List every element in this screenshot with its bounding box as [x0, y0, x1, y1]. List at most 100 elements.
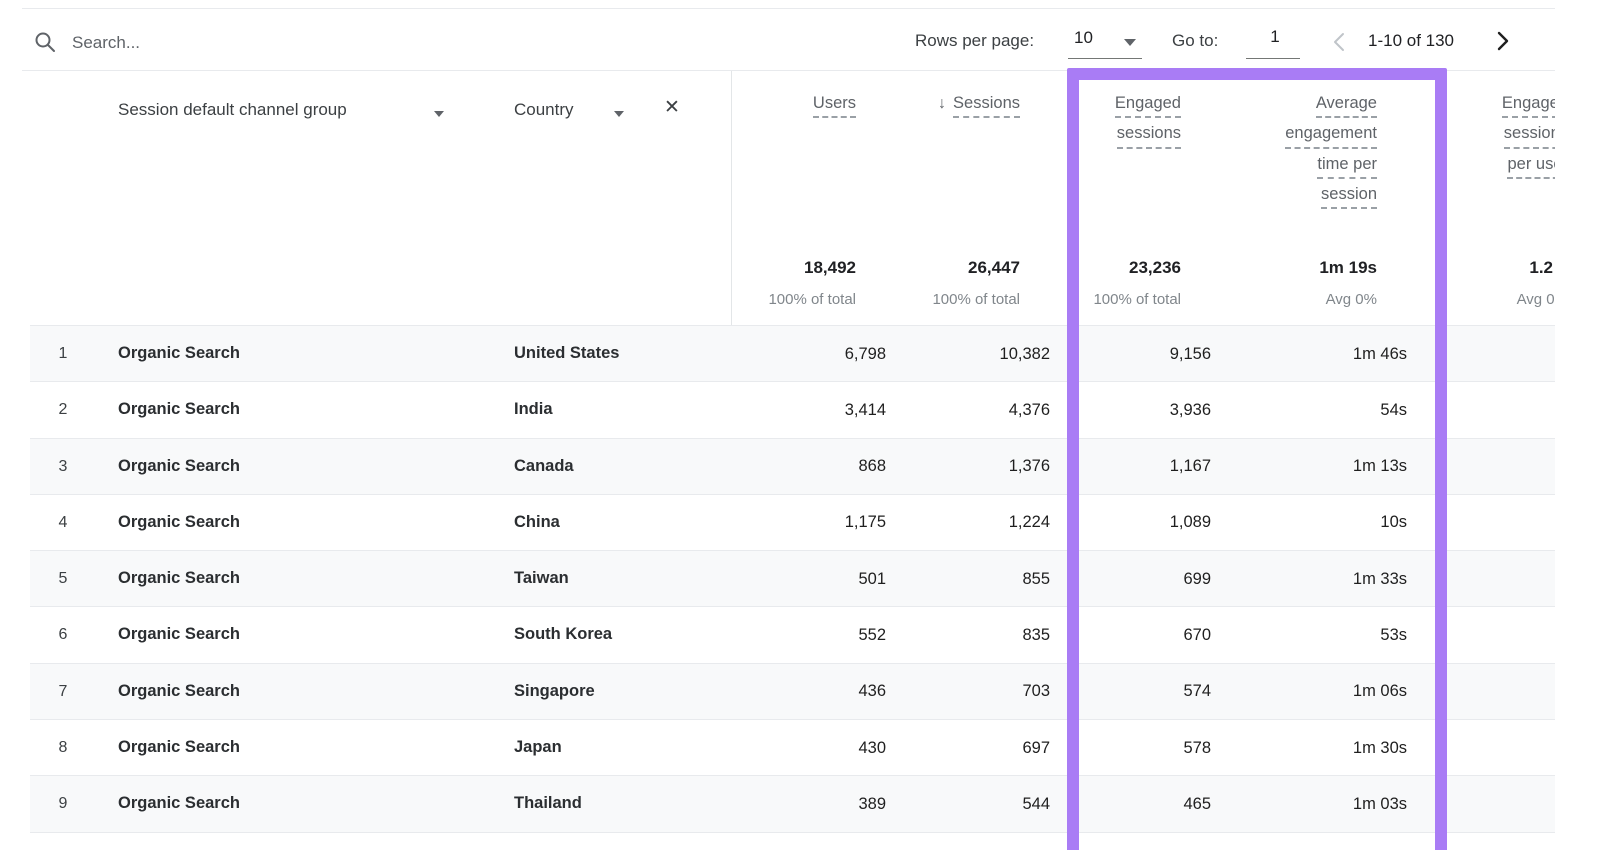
- cell-avg-engagement-time-per-session: 1m 30s: [1353, 739, 1407, 758]
- cell-engaged-sessions: 9,156: [1170, 345, 1211, 364]
- cell-users: 6,798: [845, 345, 886, 364]
- cell-avg-engagement-time-per-session: 1m 03s: [1353, 795, 1407, 814]
- metric-header-line: engagement: [1285, 125, 1377, 148]
- table-row[interactable]: 1Organic SearchUnited States6,79810,3829…: [30, 326, 1555, 382]
- pagination-range: 1-10 of 130: [1368, 31, 1454, 51]
- table-row[interactable]: 2Organic SearchIndia3,4144,3763,93654s1.…: [30, 382, 1555, 438]
- row-index: 5: [48, 570, 78, 588]
- search-input[interactable]: [70, 28, 774, 58]
- total-subtitle-engaged-sessions: 100% of total: [1093, 291, 1181, 308]
- next-page-icon[interactable]: [1490, 29, 1514, 53]
- report-table: Session default channel group Country ✕ …: [0, 70, 1555, 850]
- cell-users: 389: [858, 795, 886, 814]
- cell-country: India: [514, 400, 553, 419]
- rows-per-page-label: Rows per page:: [915, 31, 1034, 51]
- metric-header-label[interactable]: sessions: [1504, 125, 1555, 148]
- cell-engaged-sessions: 1,089: [1170, 513, 1211, 532]
- metric-header-label[interactable]: Average: [1316, 95, 1377, 118]
- cell-country: Taiwan: [514, 569, 569, 588]
- cell-sessions: 1,376: [1009, 457, 1050, 476]
- metric-header-label[interactable]: Engaged: [1115, 95, 1181, 118]
- go-to-underline: [1246, 58, 1300, 59]
- cell-avg-engagement-time-per-session: 1m 46s: [1353, 345, 1407, 364]
- chevron-down-icon[interactable]: [434, 111, 444, 117]
- cell-avg-engagement-time-per-session: 53s: [1380, 626, 1407, 645]
- table-top-divider: [22, 70, 1555, 71]
- row-index: 1: [48, 345, 78, 363]
- cell-sessions: 10,382: [1000, 345, 1050, 364]
- cell-country: Thailand: [514, 794, 582, 813]
- chevron-down-icon[interactable]: [614, 111, 624, 117]
- total-subtitle-avg-engagement-time-per-session: Avg 0%: [1326, 291, 1377, 308]
- cell-avg-engagement-time-per-session: 54s: [1380, 401, 1407, 420]
- top-divider: [22, 8, 1555, 9]
- cell-country: United States: [514, 344, 619, 363]
- dimension-dropdown-channel-group[interactable]: Session default channel group: [118, 100, 347, 120]
- remove-dimension-icon[interactable]: ✕: [664, 96, 680, 119]
- total-subtitle-sessions: 100% of total: [932, 291, 1020, 308]
- total-subtitle-engaged-sessions-per-user: Avg 0%: [1517, 291, 1555, 308]
- metric-header-label[interactable]: sessions: [1117, 125, 1181, 148]
- cell-users: 3,414: [845, 401, 886, 420]
- metric-header-label[interactable]: session: [1321, 186, 1377, 209]
- metric-header-line: session: [1321, 186, 1377, 209]
- total-engaged-sessions: 23,236: [1129, 258, 1181, 278]
- dimension-dropdown-country[interactable]: Country: [514, 100, 574, 120]
- go-to-page-input[interactable]: [1246, 26, 1304, 48]
- metric-header-line: Engaged: [1502, 95, 1555, 118]
- metric-header-label[interactable]: time per: [1317, 156, 1377, 179]
- cell-country: China: [514, 513, 560, 532]
- total-users: 18,492: [804, 258, 856, 278]
- metric-header-line: Users: [813, 95, 856, 118]
- chevron-down-icon[interactable]: [1124, 39, 1136, 46]
- metric-header-line: Average: [1316, 95, 1377, 118]
- search-icon: [33, 30, 57, 54]
- cell-users: 436: [858, 682, 886, 701]
- table-row[interactable]: 7Organic SearchSingapore4367035741m 06s1…: [30, 664, 1555, 720]
- table-row[interactable]: 6Organic SearchSouth Korea55283567053s1.…: [30, 607, 1555, 663]
- cell-sessions: 1,224: [1009, 513, 1050, 532]
- cell-sessions: 855: [1022, 570, 1050, 589]
- row-index: 2: [48, 401, 78, 419]
- cell-channel-group: Organic Search: [118, 738, 240, 757]
- metric-header-label[interactable]: Sessions: [953, 95, 1020, 118]
- cell-avg-engagement-time-per-session: 10s: [1380, 513, 1407, 532]
- metric-header-label[interactable]: per user: [1507, 156, 1555, 179]
- analytics-table-page: Rows per page: 10 Go to: 1-10 of 130 Ses…: [0, 0, 1600, 850]
- metric-header-label[interactable]: Users: [813, 95, 856, 118]
- cell-users: 430: [858, 739, 886, 758]
- cell-sessions: 697: [1022, 739, 1050, 758]
- table-row[interactable]: 8Organic SearchJapan4306975781m 30s1.3: [30, 720, 1555, 776]
- row-index: 9: [48, 795, 78, 813]
- table-row[interactable]: 4Organic SearchChina1,1751,2241,08910s0.…: [30, 495, 1555, 551]
- cell-avg-engagement-time-per-session: 1m 33s: [1353, 570, 1407, 589]
- cell-sessions: 703: [1022, 682, 1050, 701]
- cell-users: 552: [858, 626, 886, 645]
- cell-country: Canada: [514, 457, 574, 476]
- cell-channel-group: Organic Search: [118, 457, 240, 476]
- table-body: 1 Organic Search United States 6,798 10,382 9…: [30, 325, 1555, 833]
- metric-header-sessions: ↓Sessions: [938, 95, 1020, 125]
- cell-channel-group: Organic Search: [118, 794, 240, 813]
- cell-engaged-sessions: 699: [1183, 570, 1211, 589]
- cell-sessions: 544: [1022, 795, 1050, 814]
- metric-header-line: sessions: [1504, 125, 1555, 148]
- previous-page-icon[interactable]: [1328, 30, 1352, 54]
- cell-country: South Korea: [514, 625, 612, 644]
- cell-users: 1,175: [845, 513, 886, 532]
- metric-header-engaged-sessions-per-user: Engaged sessions per user: [1502, 95, 1555, 186]
- cell-engaged-sessions: 578: [1183, 739, 1211, 758]
- cell-country: Japan: [514, 738, 562, 757]
- total-avg-engagement-time-per-session: 1m 19s: [1319, 258, 1377, 278]
- cell-engaged-sessions: 465: [1183, 795, 1211, 814]
- cell-engaged-sessions: 3,936: [1170, 401, 1211, 420]
- cell-avg-engagement-time-per-session: 1m 13s: [1353, 457, 1407, 476]
- metric-header-line: time per: [1317, 156, 1377, 179]
- table-row[interactable]: 5Organic SearchTaiwan5018556991m 33s1.4: [30, 551, 1555, 607]
- table-row[interactable]: 9Organic SearchThailand3895444651m 03s1.…: [30, 776, 1555, 832]
- metric-header-label[interactable]: Engaged: [1502, 95, 1555, 118]
- cell-users: 501: [858, 570, 886, 589]
- rows-per-page-select[interactable]: 10: [1074, 28, 1093, 48]
- metric-header-label[interactable]: engagement: [1285, 125, 1377, 148]
- table-row[interactable]: 3Organic SearchCanada8681,3761,1671m 13s…: [30, 439, 1555, 495]
